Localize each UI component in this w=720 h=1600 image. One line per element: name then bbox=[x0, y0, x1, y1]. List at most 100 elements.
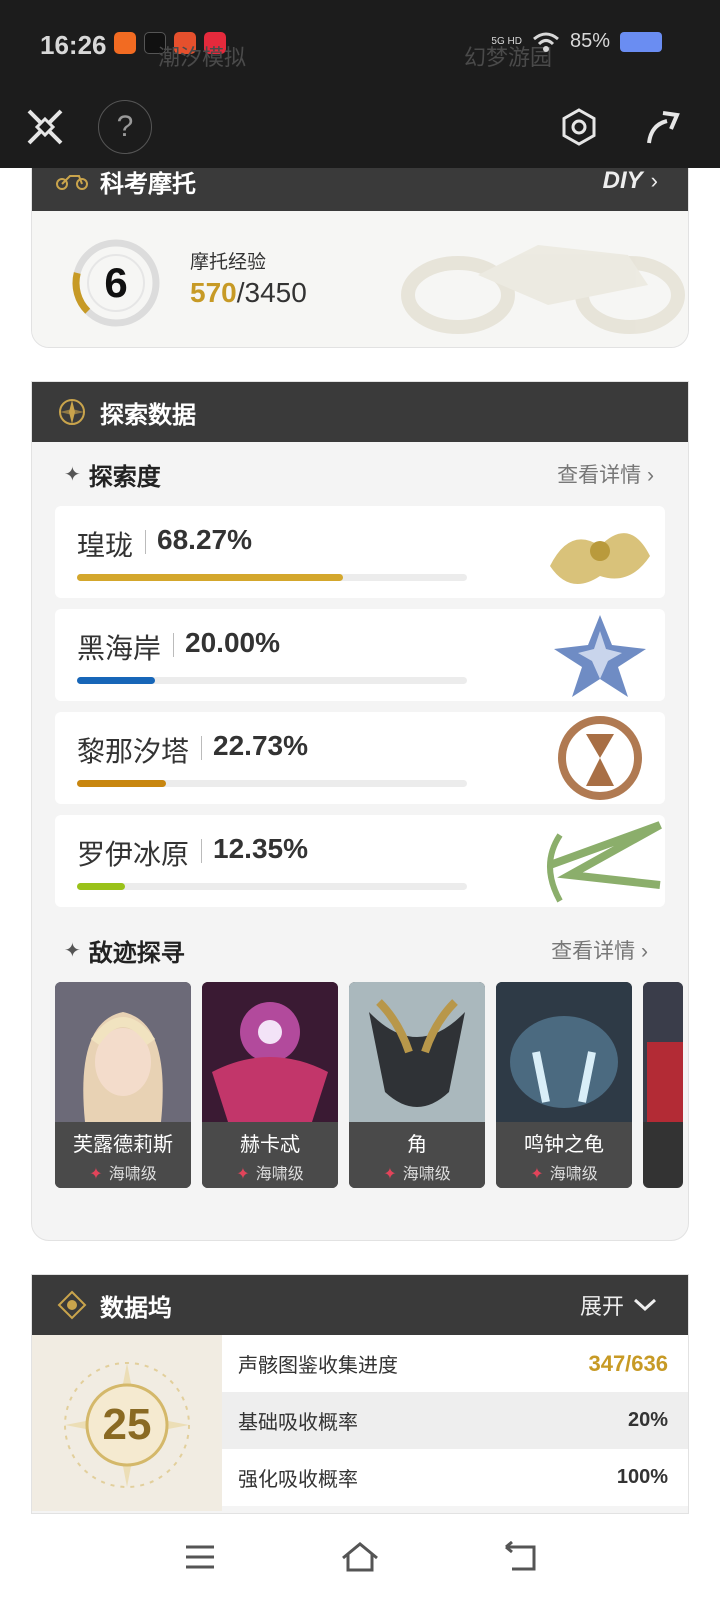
boss-carousel[interactable]: 芙露德莉斯 ✦ 海啸级 赫卡忒 ✦ 海啸级 角 ✦ 海啸级 鸣钟之龟 ✦ 海啸级 bbox=[55, 982, 688, 1188]
stat-label: 基础吸收概率 bbox=[238, 1412, 358, 1434]
boss-name: 角 bbox=[407, 1134, 427, 1156]
close-button[interactable] bbox=[18, 100, 72, 154]
region-list: 瑝珑 68.27% 黑海岸 20.00% 黎那汐塔 22.73% 罗伊冰原 12… bbox=[32, 506, 688, 907]
boss-card[interactable]: 赫卡忒 ✦ 海啸级 bbox=[202, 982, 338, 1188]
progress-fill bbox=[77, 780, 166, 787]
progress-track bbox=[77, 780, 467, 787]
boss-card-partial[interactable] bbox=[643, 982, 683, 1188]
boss-grade-label: 海啸级 bbox=[549, 1166, 598, 1183]
boss-name: 赫卡忒 bbox=[240, 1134, 300, 1156]
region-percent: 22.73% bbox=[213, 730, 308, 761]
divider bbox=[201, 736, 203, 760]
boss-title: 敌迹探寻 bbox=[88, 939, 185, 967]
battery-icon bbox=[620, 31, 662, 52]
region-percent: 12.35% bbox=[213, 833, 308, 864]
region-item[interactable]: 黎那汐塔 22.73% bbox=[55, 712, 665, 804]
progress-fill bbox=[77, 574, 344, 581]
divider bbox=[173, 633, 175, 657]
boss-card[interactable]: 鸣钟之龟 ✦ 海啸级 bbox=[496, 982, 632, 1188]
chevron-right-icon: › bbox=[650, 168, 658, 193]
status-time: 16:26 bbox=[40, 30, 107, 60]
green-spear-emblem-icon bbox=[547, 821, 662, 903]
progress-track bbox=[77, 574, 467, 581]
wifi-icon bbox=[533, 32, 559, 52]
boss-portrait bbox=[55, 982, 191, 1122]
battery-percent: 85% bbox=[569, 30, 610, 52]
top-bar: 16:26 潮汐模拟 幻梦游园 5G HD 85% ? bbox=[0, 0, 720, 168]
boss-portrait bbox=[202, 982, 338, 1122]
exploration-title: 探索度 bbox=[88, 463, 161, 491]
boss-grade: ✦ 海啸级 bbox=[496, 1160, 632, 1184]
exp-value: 570/3450 bbox=[190, 277, 307, 309]
boss-footer: 鸣钟之龟 ✦ 海啸级 bbox=[496, 1122, 632, 1188]
motorbike-icon bbox=[54, 163, 90, 199]
menu-icon bbox=[186, 1545, 214, 1569]
star-icon: ✦ bbox=[530, 1166, 544, 1183]
explore-card: 探索数据 ✦ 探索度 查看详情 › 瑝珑 68.27% 黑海岸 20.00% 黎… bbox=[31, 381, 689, 1241]
divider bbox=[145, 530, 147, 554]
progress-track bbox=[77, 677, 467, 684]
star-icon: ✦ bbox=[236, 1166, 250, 1183]
settings-button[interactable] bbox=[552, 100, 606, 154]
boss-portrait bbox=[643, 982, 683, 1122]
boss-footer: 赫卡忒 ✦ 海啸级 bbox=[202, 1122, 338, 1188]
boss-grade: ✦ 海啸级 bbox=[55, 1160, 191, 1184]
region-name: 黑海岸 bbox=[77, 633, 162, 664]
boss-grade-label: 海啸级 bbox=[255, 1166, 304, 1183]
status-indicators: 5G HD 85% bbox=[491, 30, 662, 53]
exploration-section-header: ✦ 探索度 查看详情 › bbox=[32, 442, 688, 506]
help-button[interactable]: ? bbox=[98, 100, 152, 154]
dock-body: 25 声骸图鉴收集进度 347/636 基础吸收概率 20% 强化吸收概率 10… bbox=[32, 1335, 688, 1511]
dock-card: 数据坞 展开 25 声骸图鉴收集进度 347/636 基础吸收概率 20% 强化… bbox=[31, 1274, 689, 1514]
boss-name: 芙露德莉斯 bbox=[73, 1134, 173, 1156]
menu-button[interactable] bbox=[175, 1532, 225, 1582]
stat-row: 基础吸收概率 20% bbox=[222, 1392, 688, 1449]
home-icon bbox=[342, 1542, 378, 1572]
dock-level-panel: 25 bbox=[32, 1335, 222, 1511]
explore-header: 探索数据 bbox=[32, 382, 688, 442]
network-label: 5G HD bbox=[491, 35, 522, 47]
star-icon: ✦ bbox=[89, 1166, 103, 1183]
diy-label: DIY bbox=[602, 167, 643, 194]
dock-stats: 声骸图鉴收集进度 347/636 基础吸收概率 20% 强化吸收概率 100% bbox=[222, 1335, 688, 1506]
sparkle-icon: ✦ bbox=[64, 939, 81, 962]
back-icon bbox=[505, 1541, 536, 1571]
region-percent: 68.27% bbox=[157, 524, 252, 555]
region-item[interactable]: 瑝珑 68.27% bbox=[55, 506, 665, 598]
home-button[interactable] bbox=[335, 1532, 385, 1582]
details-label: 查看详情 bbox=[551, 940, 636, 963]
share-button[interactable] bbox=[636, 100, 690, 154]
dock-emblem-icon bbox=[54, 1287, 90, 1323]
boss-footer: 角 ✦ 海啸级 bbox=[349, 1122, 485, 1188]
explore-title: 探索数据 bbox=[100, 401, 196, 429]
boss-card[interactable]: 芙露德莉斯 ✦ 海啸级 bbox=[55, 982, 191, 1188]
boss-footer: 芙露德莉斯 ✦ 海啸级 bbox=[55, 1122, 191, 1188]
moto-card: 科考摩托 DIY › 6 摩托经验 570/3450 bbox=[31, 150, 689, 348]
boss-name: 鸣钟之龟 bbox=[524, 1134, 604, 1156]
back-button[interactable] bbox=[495, 1532, 545, 1582]
divider bbox=[201, 839, 203, 863]
app-notification-icon bbox=[114, 32, 136, 54]
exploration-details-link[interactable]: 查看详情 › bbox=[557, 459, 654, 489]
stat-row: 强化吸收概率 100% bbox=[222, 1449, 688, 1506]
boss-details-link[interactable]: 查看详情 › bbox=[551, 935, 648, 965]
moto-title: 科考摩托 bbox=[100, 170, 196, 198]
boss-card[interactable]: 角 ✦ 海啸级 bbox=[349, 982, 485, 1188]
expand-button[interactable]: 展开 bbox=[580, 1275, 658, 1335]
stat-value: 347/636 bbox=[588, 1350, 668, 1376]
boss-grade: ✦ 海啸级 bbox=[349, 1160, 485, 1184]
region-item[interactable]: 黑海岸 20.00% bbox=[55, 609, 665, 701]
moto-body: 6 摩托经验 570/3450 bbox=[32, 211, 688, 347]
dock-title: 数据坞 bbox=[100, 1294, 172, 1322]
details-label: 查看详情 bbox=[557, 464, 642, 487]
bronze-hourglass-emblem-icon bbox=[558, 716, 642, 800]
stat-value: 20% bbox=[627, 1409, 668, 1431]
progress-fill bbox=[77, 883, 126, 890]
boss-portrait bbox=[349, 982, 485, 1122]
exp-total: /3450 bbox=[236, 277, 307, 308]
stat-label: 声骸图鉴收集进度 bbox=[238, 1355, 398, 1377]
motorbike-art bbox=[401, 245, 685, 334]
stat-row: 声骸图鉴收集进度 347/636 bbox=[222, 1335, 688, 1392]
region-item[interactable]: 罗伊冰原 12.35% bbox=[55, 815, 665, 907]
hexagon-settings-icon bbox=[562, 108, 596, 146]
